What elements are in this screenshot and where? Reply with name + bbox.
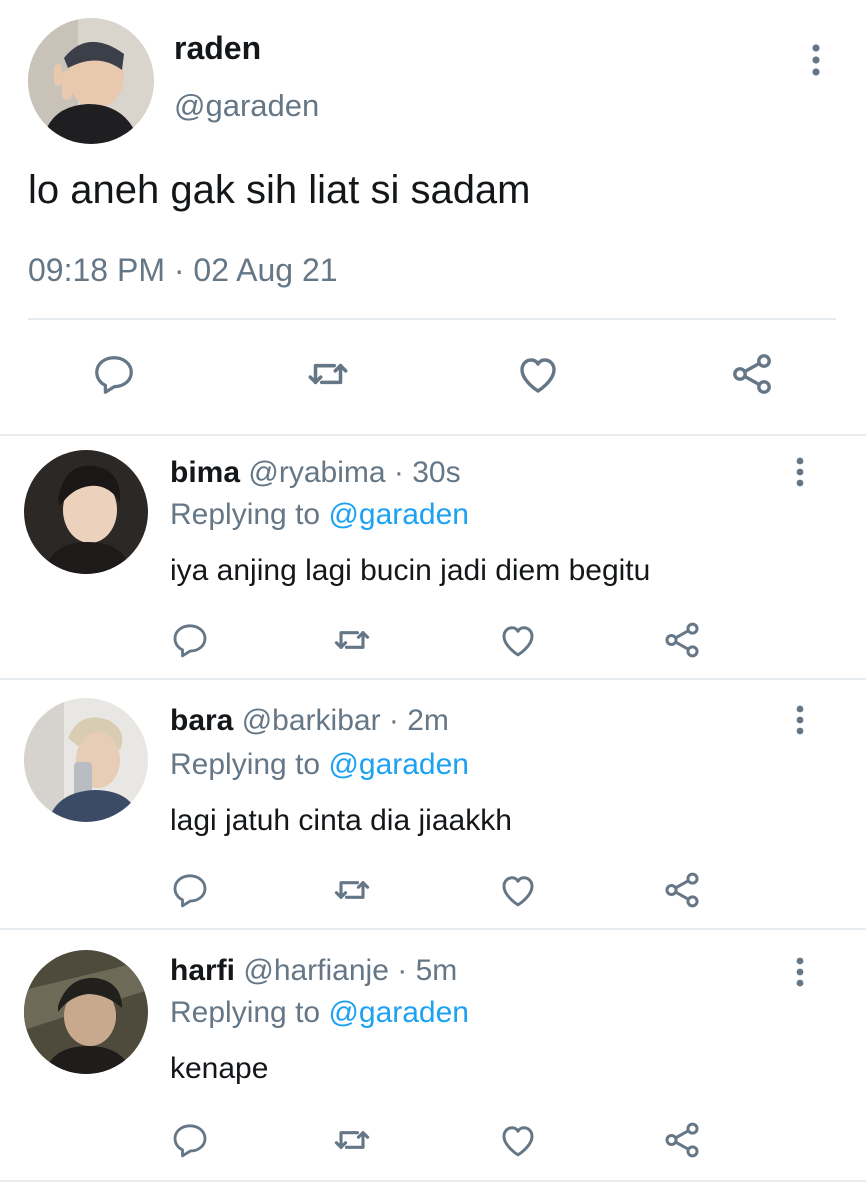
reply-author-handle[interactable]: @harfianje	[243, 954, 389, 987]
replying-to-label: Replying to	[170, 996, 329, 1029]
reply-time[interactable]: · 5m	[397, 954, 457, 987]
like-icon[interactable]	[510, 346, 566, 402]
reply-text: lagi jatuh cinta dia jiaakkh	[170, 804, 512, 837]
more-vertical-icon[interactable]	[780, 700, 820, 740]
reply-author-handle[interactable]: @ryabima	[248, 456, 385, 489]
reply-avatar[interactable]	[24, 950, 148, 1074]
reply-time[interactable]: · 2m	[389, 704, 449, 737]
like-icon[interactable]	[490, 612, 546, 668]
reply-avatar[interactable]	[24, 698, 148, 822]
retweet-icon[interactable]	[324, 862, 380, 918]
author-handle[interactable]: @garaden	[174, 88, 319, 124]
replying-to-handle[interactable]: @garaden	[328, 748, 469, 781]
tweet-timestamp[interactable]: 09:18 PM · 02 Aug 21	[28, 252, 338, 289]
more-vertical-icon[interactable]	[780, 952, 820, 992]
like-icon[interactable]	[490, 862, 546, 918]
more-vertical-icon[interactable]	[796, 40, 836, 80]
replying-to-handle[interactable]: @garaden	[328, 996, 469, 1029]
share-icon[interactable]	[654, 1112, 710, 1168]
reply-author-name[interactable]: harfi	[170, 954, 235, 987]
share-icon[interactable]	[654, 862, 710, 918]
share-icon[interactable]	[654, 612, 710, 668]
reply-text: kenape	[170, 1052, 269, 1085]
replying-to-label: Replying to	[170, 748, 329, 781]
author-avatar[interactable]	[28, 18, 154, 144]
reply-time[interactable]: · 30s	[394, 456, 461, 489]
retweet-icon[interactable]	[324, 1112, 380, 1168]
reply-icon[interactable]	[162, 612, 218, 668]
reply-author-name[interactable]: bara	[170, 704, 233, 737]
like-icon[interactable]	[490, 1112, 546, 1168]
divider	[28, 318, 836, 320]
tweet-text: lo aneh gak sih liat si sadam	[28, 168, 531, 212]
reply-text: iya anjing lagi bucin jadi diem begitu	[170, 554, 651, 587]
replying-to-handle[interactable]: @garaden	[328, 498, 469, 531]
reply-avatar[interactable]	[24, 450, 148, 574]
replying-to-label: Replying to	[170, 498, 329, 531]
reply-author-name[interactable]: bima	[170, 456, 240, 489]
retweet-icon[interactable]	[324, 612, 380, 668]
reply-tweet[interactable]: harfi @harfianje · 5m Replying to @garad…	[0, 930, 866, 1178]
author-name[interactable]: raden	[174, 30, 261, 67]
divider	[0, 1180, 866, 1182]
more-vertical-icon[interactable]	[780, 452, 820, 492]
reply-tweet[interactable]: bara @barkibar · 2m Replying to @garaden…	[0, 680, 866, 926]
reply-icon[interactable]	[162, 862, 218, 918]
retweet-icon[interactable]	[300, 346, 356, 402]
reply-icon[interactable]	[162, 1112, 218, 1168]
share-icon[interactable]	[724, 346, 780, 402]
reply-icon[interactable]	[86, 346, 142, 402]
reply-author-handle[interactable]: @barkibar	[242, 704, 381, 737]
reply-tweet[interactable]: bima @ryabima · 30s Replying to @garaden…	[0, 436, 866, 678]
